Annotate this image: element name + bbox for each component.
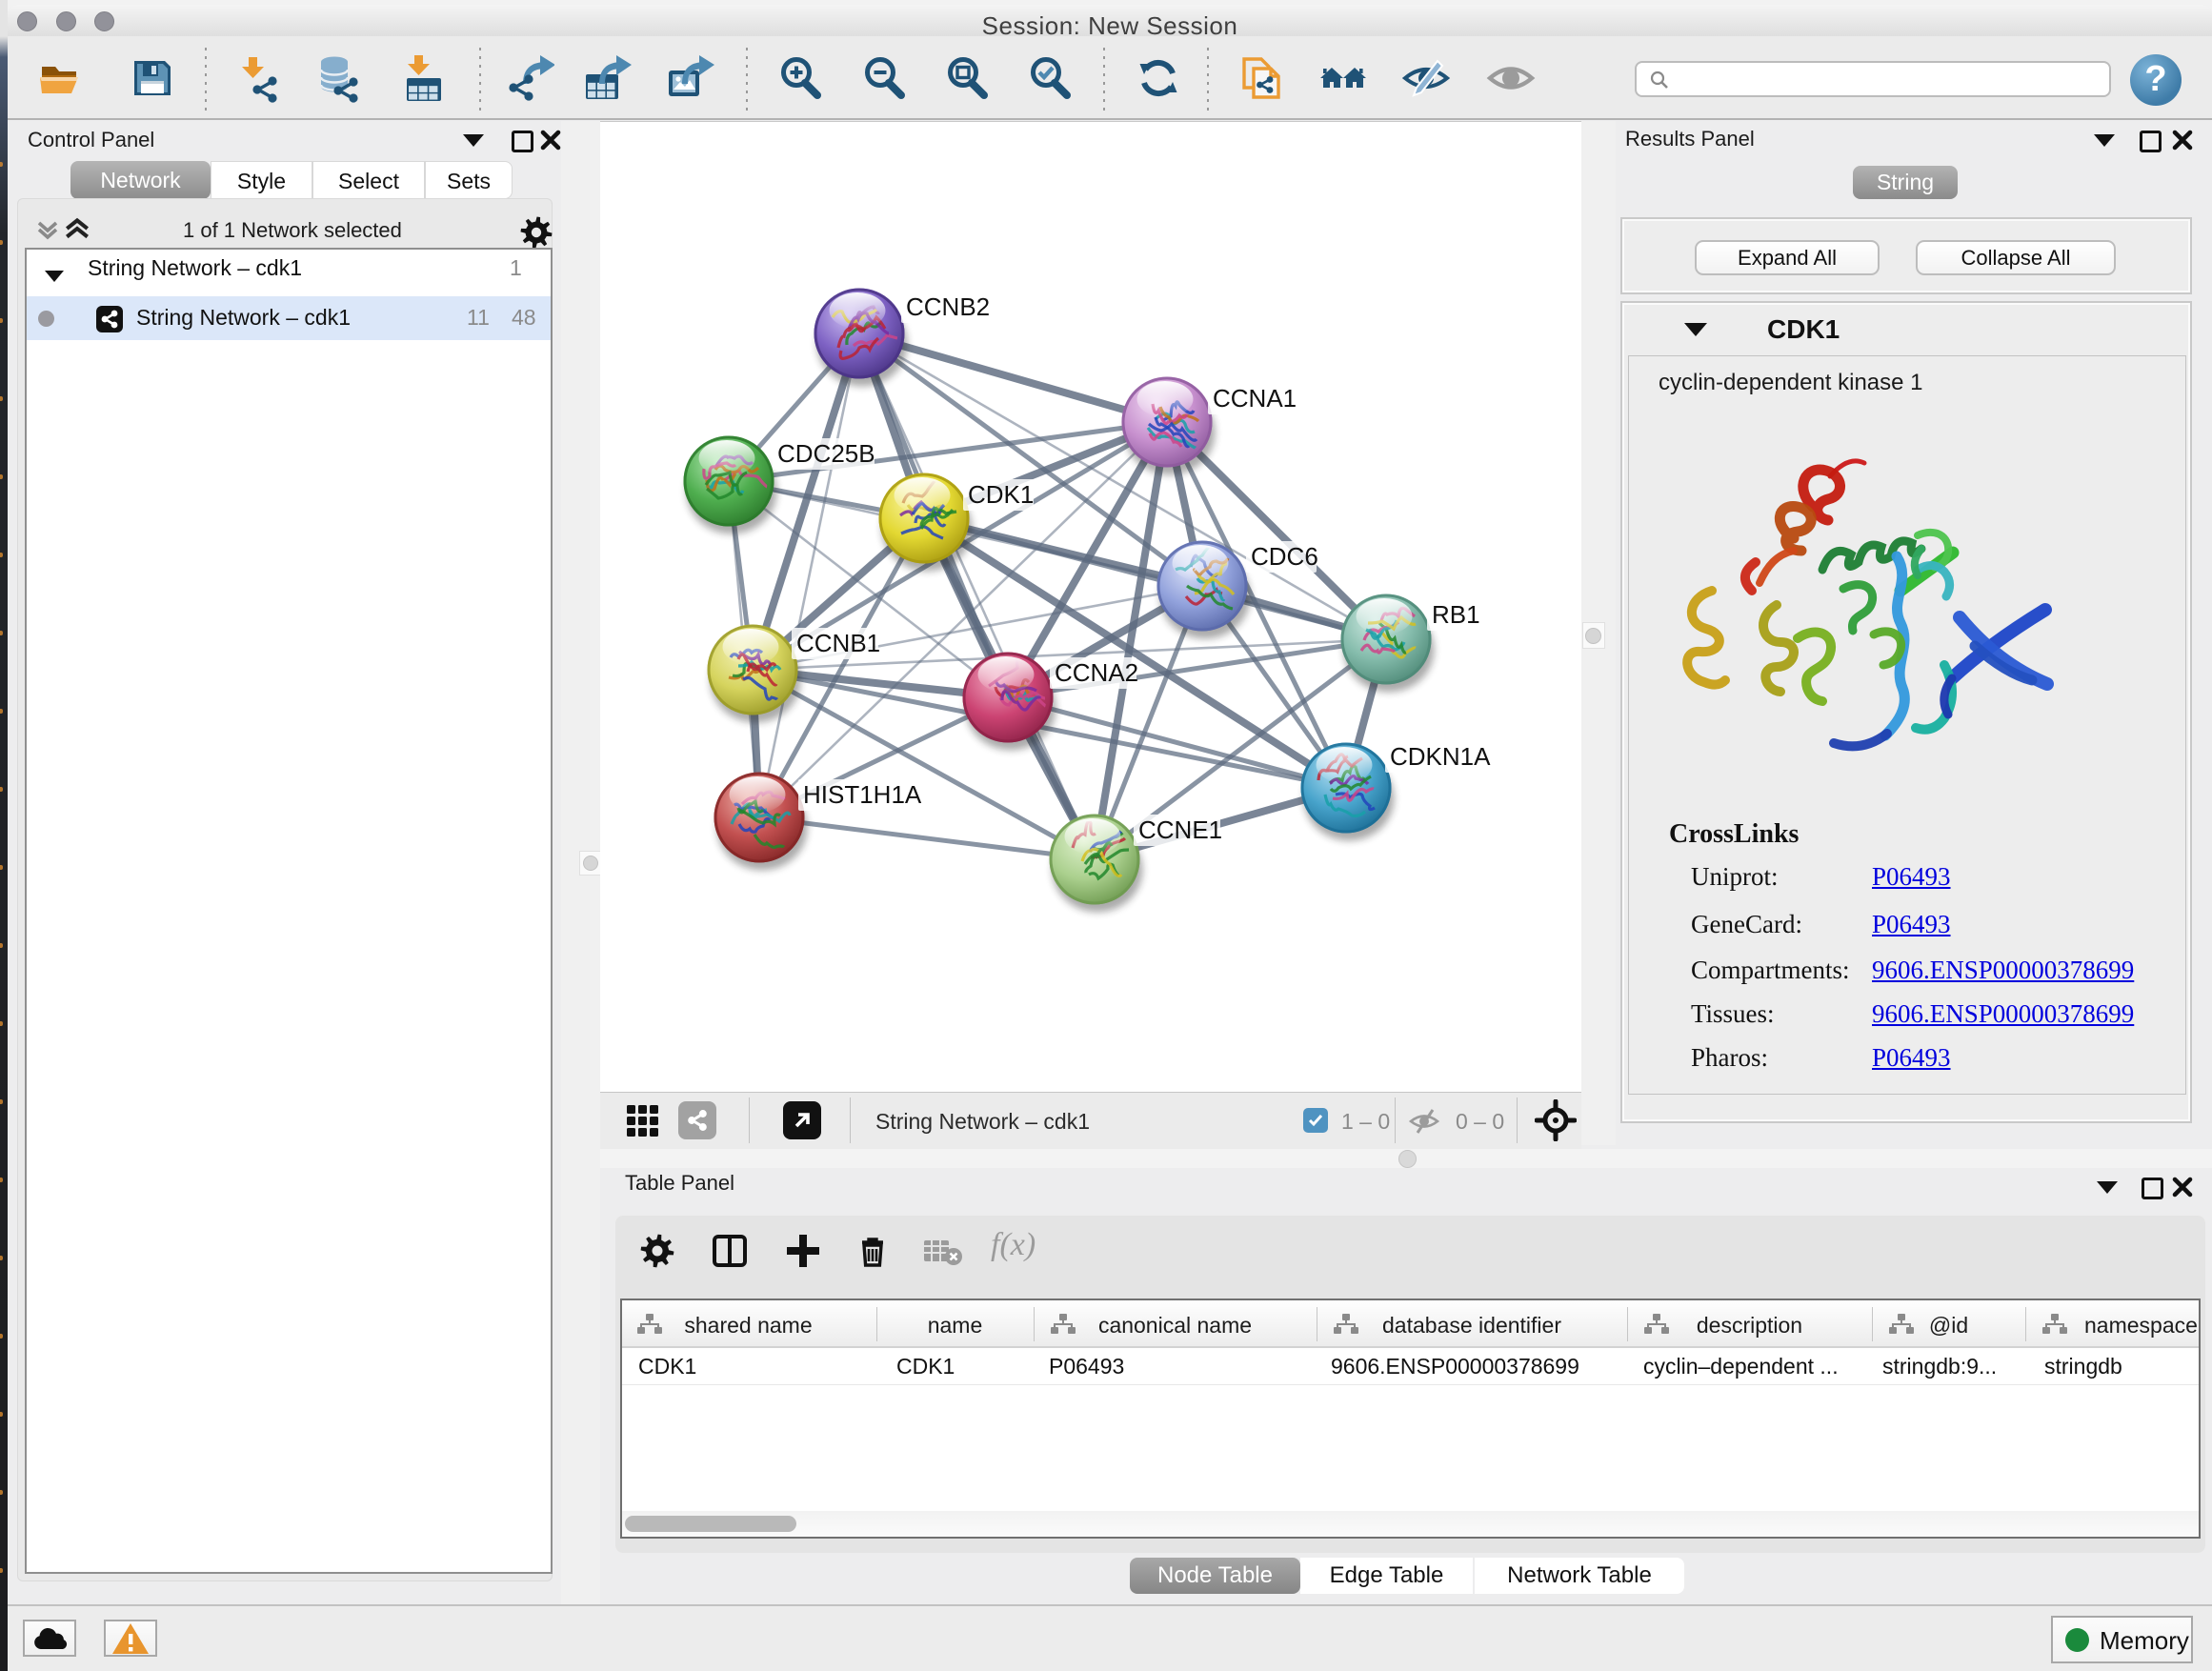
svg-text:CDK1: CDK1 [968, 480, 1034, 509]
svg-text:CCNB1: CCNB1 [796, 629, 880, 657]
svg-text:CCNB2: CCNB2 [906, 292, 990, 321]
svg-text:CDC25B: CDC25B [777, 439, 875, 468]
svg-text:HIST1H1A: HIST1H1A [803, 780, 922, 809]
svg-text:CCNA1: CCNA1 [1213, 384, 1297, 413]
svg-text:CCNA2: CCNA2 [1055, 658, 1138, 687]
svg-text:CDKN1A: CDKN1A [1390, 742, 1491, 771]
svg-text:RB1: RB1 [1432, 600, 1480, 629]
svg-text:CDC6: CDC6 [1251, 542, 1318, 571]
svg-text:CCNE1: CCNE1 [1138, 815, 1222, 844]
